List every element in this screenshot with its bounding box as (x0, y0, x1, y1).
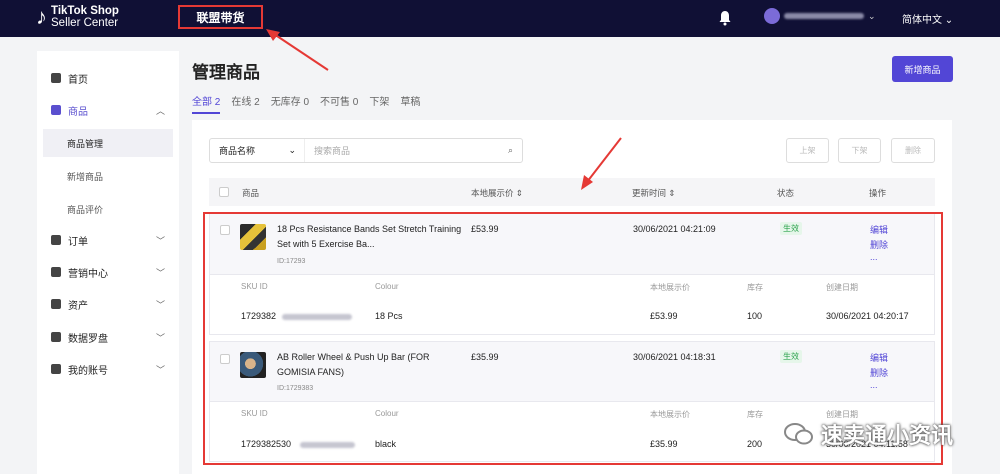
sidebar-item-label: 商品 (68, 106, 88, 118)
order-icon (51, 235, 61, 245)
annotation-arrow-top (266, 29, 329, 71)
megaphone-icon (51, 267, 61, 277)
sidebar-item-orders[interactable]: 订单 ﹀ (37, 227, 179, 253)
tiktok-note-icon: ♪ (36, 4, 47, 29)
delete-button[interactable]: 删除 (891, 138, 935, 163)
annotation-arrow-middle (581, 137, 622, 190)
sidebar-item-products[interactable]: 商品 ︿ (37, 97, 179, 123)
account-menu[interactable]: ⌄ (764, 8, 876, 24)
product-icon (51, 105, 61, 115)
table-header: 商品 本地展示价 ⇕ 更新时间 ⇕ 状态 操作 (209, 178, 935, 206)
col-status: 状态 (777, 188, 795, 198)
user-icon (51, 364, 61, 374)
tab-unsellable[interactable]: 不可售 0 (320, 93, 358, 114)
sidebar-subitem-manage[interactable]: 商品管理 (43, 129, 173, 157)
tab-all[interactable]: 全部 2 (192, 93, 221, 114)
wechat-icon (784, 423, 813, 445)
search-field-label: 商品名称 (219, 146, 256, 156)
tab-drafts[interactable]: 草稿 (400, 93, 420, 114)
col-product: 商品 (242, 188, 260, 198)
chevron-down-icon: ﹀ (155, 236, 165, 246)
sidebar-item-label: 我的账号 (68, 365, 108, 377)
sidebar-subitem-reviews[interactable]: 商品评价 (67, 203, 103, 216)
sidebar-item-label: 订单 (68, 236, 88, 248)
affiliate-nav-link[interactable]: 联盟带货 (178, 5, 263, 29)
sidebar-item-label: 数据罗盘 (68, 333, 108, 345)
sidebar: 首页 商品 ︿ 商品管理 新增商品 商品评价 订单 ﹀ 营销中心 ﹀ 资产 ﹀ … (37, 51, 179, 474)
sidebar-item-assets[interactable]: 资产 ﹀ (37, 291, 179, 317)
list-button[interactable]: 上架 (786, 138, 829, 163)
sidebar-item-label: 资产 (68, 300, 88, 312)
brand-line2: Seller Center (51, 17, 119, 29)
sidebar-item-label: 首页 (68, 74, 88, 86)
sidebar-item-marketing[interactable]: 营销中心 ﹀ (37, 259, 179, 285)
chevron-down-icon: ⌄ (868, 10, 876, 21)
wallet-icon (51, 299, 61, 309)
watermark: 速卖通小资讯 (783, 418, 953, 450)
sidebar-item-home[interactable]: 首页 (37, 65, 179, 91)
tab-delisted[interactable]: 下架 (369, 93, 389, 114)
add-product-button[interactable]: 新增商品 (892, 56, 953, 82)
account-name-redacted (784, 13, 864, 19)
home-icon (51, 73, 61, 83)
chart-icon (51, 332, 61, 342)
page-title: 管理商品 (192, 63, 260, 82)
select-all-checkbox[interactable] (219, 187, 229, 197)
chevron-down-icon: ﹀ (155, 300, 165, 310)
tiktok-logo[interactable]: ♪ TikTok Shop Seller Center (36, 4, 119, 30)
status-tabs: 全部 2 在线 2 无库存 0 不可售 0 下架 草稿 (192, 93, 420, 114)
language-select[interactable]: 简体中文 ⌄ (902, 11, 953, 26)
search-field-select[interactable]: 商品名称 ⌄ (210, 139, 305, 162)
watermark-text: 速卖通小资讯 (821, 423, 954, 448)
col-updated[interactable]: 更新时间 ⇕ (632, 187, 675, 199)
sidebar-item-account[interactable]: 我的账号 ﹀ (37, 356, 179, 382)
col-price[interactable]: 本地展示价 ⇕ (471, 187, 523, 199)
chevron-down-icon: ﹀ (155, 365, 165, 375)
avatar (764, 8, 780, 24)
chevron-down-icon: ⌄ (288, 145, 296, 155)
sidebar-item-label: 营销中心 (68, 268, 108, 280)
search-input[interactable]: 搜索商品 (305, 144, 508, 157)
bell-icon[interactable] (718, 10, 732, 26)
search-bar: 商品名称 ⌄ 搜索商品 ⌕ (209, 138, 523, 163)
sidebar-item-data-compass[interactable]: 数据罗盘 ﹀ (37, 324, 179, 350)
sidebar-subitem-add[interactable]: 新增商品 (67, 170, 103, 183)
search-icon[interactable]: ⌕ (508, 145, 513, 156)
tab-online[interactable]: 在线 2 (231, 93, 259, 114)
top-bar: ♪ TikTok Shop Seller Center 联盟带货 ⌄ 简体中文 … (0, 0, 1000, 37)
chevron-down-icon: ﹀ (155, 268, 165, 278)
chevron-up-icon: ︿ (155, 106, 165, 116)
delist-button[interactable]: 下架 (838, 138, 881, 163)
col-ops: 操作 (869, 188, 887, 198)
chevron-down-icon: ﹀ (155, 333, 165, 343)
tab-out-of-stock[interactable]: 无库存 0 (271, 93, 309, 114)
brand-line1: TikTok Shop (51, 5, 119, 17)
